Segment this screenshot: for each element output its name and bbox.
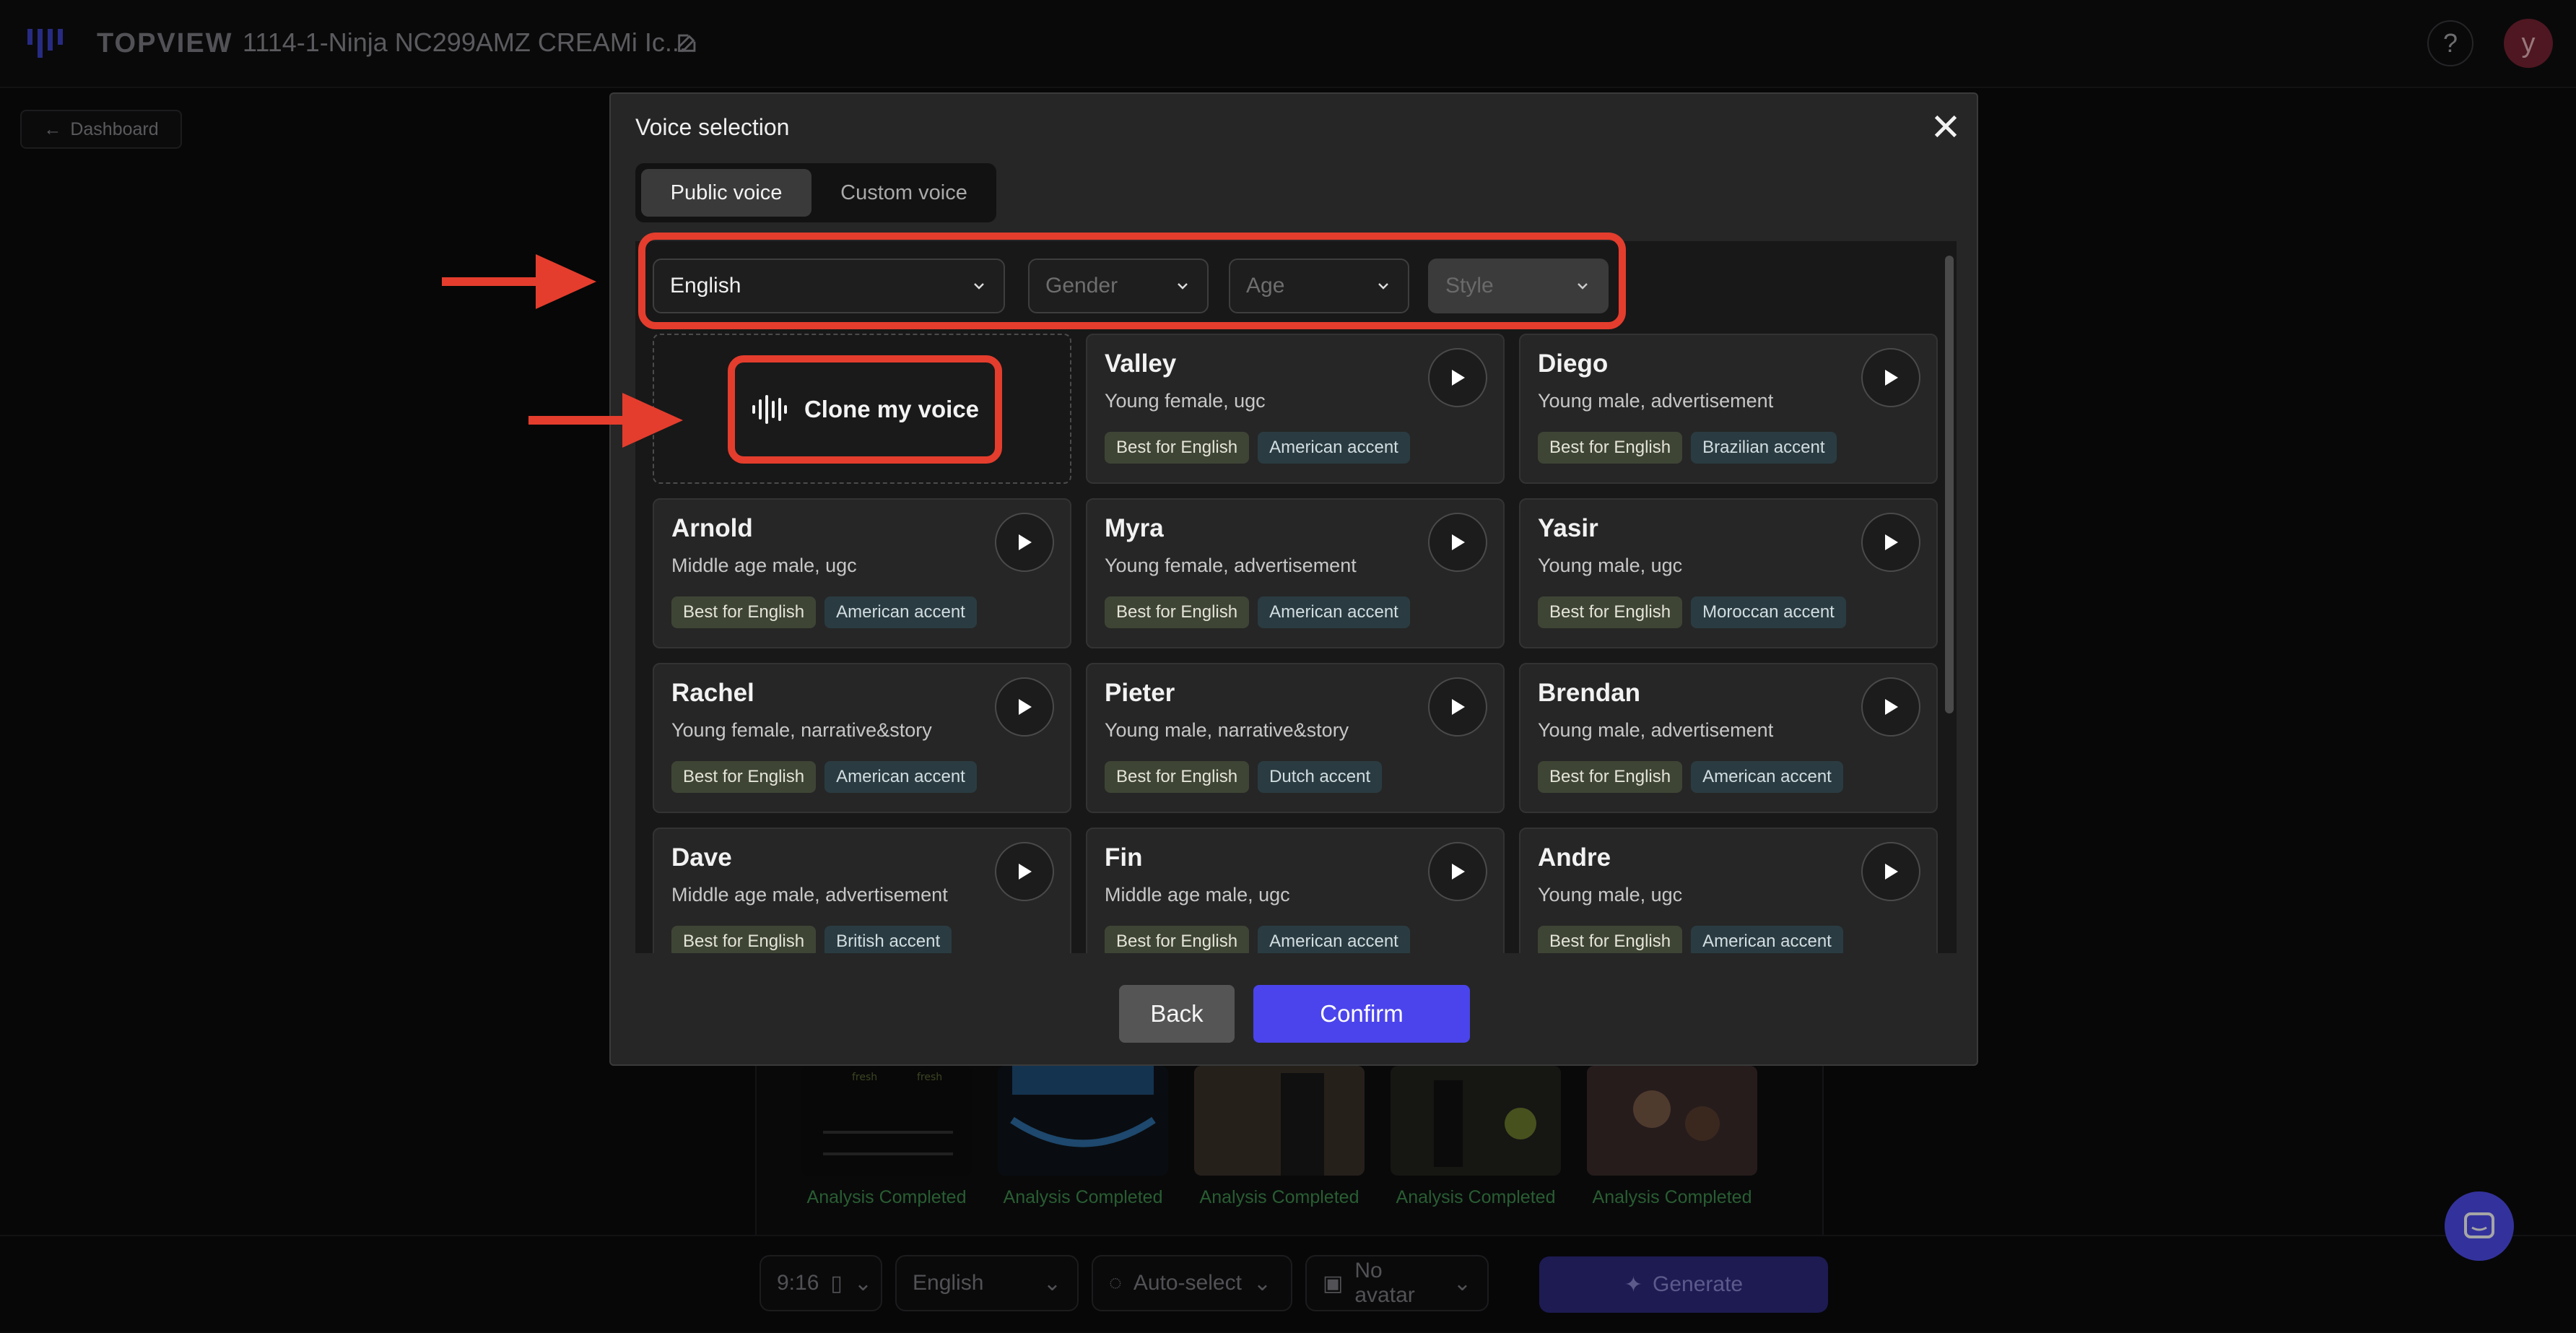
voice-description: Young male, advertisement — [1538, 719, 1774, 741]
play-icon — [1885, 534, 1898, 550]
voice-description: Middle age male, advertisement — [671, 884, 948, 906]
voice-name: Diego — [1538, 349, 1609, 378]
play-icon — [1019, 534, 1032, 550]
play-button[interactable] — [1428, 677, 1487, 737]
play-icon — [1452, 699, 1465, 715]
voice-name: Fin — [1105, 843, 1143, 872]
accent-tag: Moroccan accent — [1691, 596, 1846, 628]
accent-tag: American accent — [1258, 432, 1410, 464]
accent-tag: British accent — [824, 926, 952, 953]
play-button[interactable] — [1861, 842, 1920, 901]
voice-card-diego[interactable]: Diego Young male, advertisement Best for… — [1519, 334, 1938, 484]
best-for-tag: Best for English — [1538, 761, 1683, 793]
best-for-tag: Best for English — [671, 596, 817, 628]
voice-name: Dave — [671, 843, 732, 872]
dialog-title: Voice selection — [635, 114, 790, 140]
tab-custom-voice[interactable]: Custom voice — [817, 169, 991, 217]
annotation-arrow-icon — [528, 393, 683, 448]
confirm-button[interactable]: Confirm — [1253, 985, 1470, 1043]
tab-public-voice[interactable]: Public voice — [641, 169, 811, 217]
voice-name: Arnold — [671, 514, 753, 542]
accent-tag: Brazilian accent — [1691, 432, 1837, 464]
best-for-tag: Best for English — [1538, 926, 1683, 953]
play-icon — [1452, 370, 1465, 386]
annotation-highlight-box — [638, 233, 1626, 329]
play-button[interactable] — [1861, 513, 1920, 572]
voice-description: Middle age male, ugc — [1105, 884, 1290, 906]
play-button[interactable] — [1861, 677, 1920, 737]
accent-tag: American accent — [1258, 926, 1410, 953]
play-icon — [1452, 534, 1465, 550]
play-button[interactable] — [995, 677, 1054, 737]
voice-description: Young male, advertisement — [1538, 390, 1774, 412]
play-button[interactable] — [995, 513, 1054, 572]
clone-voice-button[interactable]: Clone my voice — [728, 355, 1002, 464]
accent-tag: American accent — [1691, 926, 1843, 953]
play-icon — [1885, 370, 1898, 386]
voice-description: Young male, ugc — [1538, 555, 1683, 576]
play-icon — [1885, 864, 1898, 880]
voice-card-fin[interactable]: Fin Middle age male, ugc Best for Englis… — [1086, 828, 1505, 953]
play-button[interactable] — [1428, 513, 1487, 572]
voice-name: Valley — [1105, 349, 1177, 378]
accent-tag: American accent — [1258, 596, 1410, 628]
voice-description: Young male, narrative&story — [1105, 719, 1349, 741]
scrollbar[interactable] — [1945, 256, 1954, 713]
voice-description: Young male, ugc — [1538, 884, 1683, 906]
voice-name: Brendan — [1538, 679, 1640, 707]
best-for-tag: Best for English — [1105, 432, 1250, 464]
best-for-tag: Best for English — [1538, 596, 1683, 628]
clone-voice-label: Clone my voice — [804, 396, 980, 422]
best-for-tag: Best for English — [671, 926, 817, 953]
voice-name: Myra — [1105, 514, 1164, 542]
voice-card-pieter[interactable]: Pieter Young male, narrative&story Best … — [1086, 663, 1505, 813]
best-for-tag: Best for English — [671, 761, 817, 793]
voice-description: Young female, ugc — [1105, 390, 1266, 412]
best-for-tag: Best for English — [1105, 761, 1250, 793]
play-icon — [1885, 699, 1898, 715]
voice-list-area: English Gender Age Style Clone my voice … — [635, 241, 1957, 953]
waveform-icon — [752, 395, 787, 424]
accent-tag: Dutch accent — [1258, 761, 1383, 793]
voice-name: Yasir — [1538, 514, 1598, 542]
play-button[interactable] — [1428, 348, 1487, 407]
voice-card-dave[interactable]: Dave Middle age male, advertisement Best… — [653, 828, 1071, 953]
close-icon[interactable] — [1929, 110, 1962, 143]
voice-card-brendan[interactable]: Brendan Young male, advertisement Best f… — [1519, 663, 1938, 813]
accent-tag: American accent — [824, 596, 977, 628]
best-for-tag: Best for English — [1105, 926, 1250, 953]
play-button[interactable] — [1861, 348, 1920, 407]
voice-name: Rachel — [671, 679, 754, 707]
best-for-tag: Best for English — [1538, 432, 1683, 464]
voice-card-rachel[interactable]: Rachel Young female, narrative&story Bes… — [653, 663, 1071, 813]
voice-card-valley[interactable]: Valley Young female, ugc Best for Englis… — [1086, 334, 1505, 484]
clone-voice-card: Clone my voice — [653, 334, 1071, 484]
accent-tag: American accent — [1691, 761, 1843, 793]
voice-card-yasir[interactable]: Yasir Young male, ugc Best for English Mo… — [1519, 498, 1938, 648]
voice-card-arnold[interactable]: Arnold Middle age male, ugc Best for Eng… — [653, 498, 1071, 648]
voice-description: Young female, narrative&story — [671, 719, 932, 741]
annotation-arrow-icon — [442, 254, 596, 309]
back-button[interactable]: Back — [1119, 985, 1235, 1043]
voice-type-tabs: Public voice Custom voice — [635, 163, 996, 222]
best-for-tag: Best for English — [1105, 596, 1250, 628]
voice-description: Middle age male, ugc — [671, 555, 857, 576]
voice-card-andre[interactable]: Andre Young male, ugc Best for English Am… — [1519, 828, 1938, 953]
play-button[interactable] — [1428, 842, 1487, 901]
play-icon — [1452, 864, 1465, 880]
voice-description: Young female, advertisement — [1105, 555, 1357, 576]
accent-tag: American accent — [824, 761, 977, 793]
play-icon — [1019, 864, 1032, 880]
play-button[interactable] — [995, 842, 1054, 901]
voice-name: Andre — [1538, 843, 1611, 872]
play-icon — [1019, 699, 1032, 715]
voice-card-myra[interactable]: Myra Young female, advertisement Best fo… — [1086, 498, 1505, 648]
voice-name: Pieter — [1105, 679, 1175, 707]
